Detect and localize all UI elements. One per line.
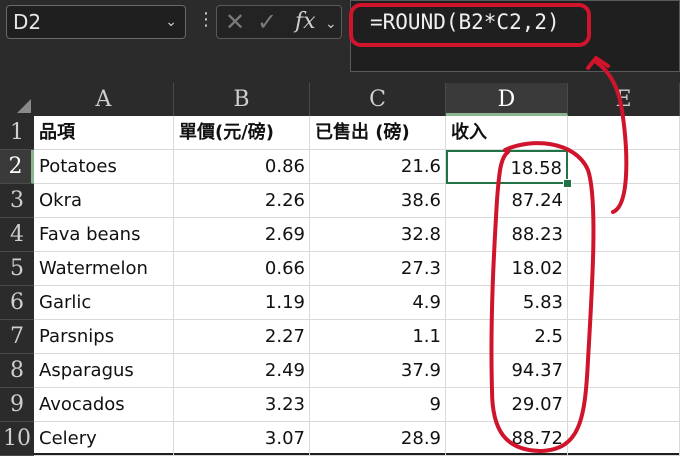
- table-cell[interactable]: 28.9: [310, 422, 446, 456]
- cancel-icon[interactable]: ✕: [225, 8, 245, 36]
- formula-text: =ROUND(B2*C2,2): [370, 10, 560, 34]
- table-cell[interactable]: Garlic: [34, 286, 174, 320]
- table-cell[interactable]: 2.26: [174, 184, 310, 218]
- chevron-down-icon[interactable]: ⌄: [325, 10, 337, 38]
- enter-icon[interactable]: ✓: [257, 8, 277, 36]
- table-cell[interactable]: 2.69: [174, 218, 310, 252]
- row-header-5[interactable]: 5: [0, 252, 34, 286]
- table-cell[interactable]: 9: [310, 388, 446, 422]
- table-cell[interactable]: Parsnips: [34, 320, 174, 354]
- empty-cell[interactable]: [568, 320, 680, 354]
- empty-cell[interactable]: [568, 116, 680, 150]
- table-cell[interactable]: 94.37: [446, 354, 568, 388]
- header-cell[interactable]: 單價(元/磅): [174, 116, 310, 150]
- table-cell[interactable]: 3.23: [174, 388, 310, 422]
- table-cell[interactable]: Celery: [34, 422, 174, 456]
- empty-cell[interactable]: [568, 218, 680, 252]
- name-box[interactable]: D2 ⌄: [6, 5, 186, 39]
- empty-cell[interactable]: [568, 252, 680, 286]
- row-header-2[interactable]: 2: [0, 150, 34, 184]
- empty-cell[interactable]: [568, 354, 680, 388]
- table-cell[interactable]: Avocados: [34, 388, 174, 422]
- chevron-down-icon[interactable]: ⌄: [165, 6, 177, 38]
- name-box-value: D2: [13, 10, 42, 34]
- row-header-8[interactable]: 8: [0, 354, 34, 388]
- table-cell[interactable]: 87.24: [446, 184, 568, 218]
- row-header-7[interactable]: 7: [0, 320, 34, 354]
- table-cell[interactable]: Okra: [34, 184, 174, 218]
- table-cell[interactable]: 88.72: [446, 422, 568, 456]
- table-cell[interactable]: Watermelon: [34, 252, 174, 286]
- empty-cell[interactable]: [568, 150, 680, 184]
- table-cell[interactable]: 4.9: [310, 286, 446, 320]
- column-header-e[interactable]: E: [568, 83, 680, 116]
- column-header-d[interactable]: D: [446, 83, 568, 116]
- empty-cell[interactable]: [568, 184, 680, 218]
- table-cell[interactable]: Asparagus: [34, 354, 174, 388]
- column-header-c[interactable]: C: [310, 83, 446, 116]
- table-cell[interactable]: Fava beans: [34, 218, 174, 252]
- column-header-b[interactable]: B: [174, 83, 310, 116]
- table-cell[interactable]: 1.1: [310, 320, 446, 354]
- header-cell[interactable]: 已售出 (磅): [310, 116, 446, 150]
- table-cell[interactable]: 32.8: [310, 218, 446, 252]
- fill-handle[interactable]: [563, 179, 572, 188]
- more-options-icon[interactable]: ⋮: [197, 10, 215, 30]
- table-cell[interactable]: 2.49: [174, 354, 310, 388]
- select-all-icon: [17, 99, 31, 113]
- select-all-button[interactable]: [0, 83, 34, 116]
- header-cell[interactable]: 品項: [34, 116, 174, 150]
- empty-cell[interactable]: [568, 388, 680, 422]
- formula-buttons: ✕ ✓ fx ⌄: [216, 5, 342, 39]
- empty-cell[interactable]: [568, 422, 680, 456]
- table-cell[interactable]: 27.3: [310, 252, 446, 286]
- table-cell[interactable]: 37.9: [310, 354, 446, 388]
- table-cell[interactable]: 29.07: [446, 388, 568, 422]
- table-cell[interactable]: 1.19: [174, 286, 310, 320]
- table-cell[interactable]: 5.83: [446, 286, 568, 320]
- row-header-1[interactable]: 1: [0, 116, 34, 150]
- table-cell[interactable]: 0.66: [174, 252, 310, 286]
- row-header-3[interactable]: 3: [0, 184, 34, 218]
- table-cell[interactable]: Potatoes: [34, 150, 174, 184]
- insert-function-button[interactable]: fx: [295, 8, 316, 36]
- row-header-9[interactable]: 9: [0, 388, 34, 422]
- empty-cell[interactable]: [568, 286, 680, 320]
- table-cell[interactable]: 38.6: [310, 184, 446, 218]
- table-cell[interactable]: 18.02: [446, 252, 568, 286]
- row-header-4[interactable]: 4: [0, 218, 34, 252]
- table-cell[interactable]: 2.5: [446, 320, 568, 354]
- formula-bar-area: D2 ⌄ ⋮ ✕ ✓ fx ⌄ =ROUND(B2*C2,2): [0, 0, 680, 83]
- row-header-10[interactable]: 10: [0, 422, 34, 456]
- table-cell[interactable]: 21.6: [310, 150, 446, 184]
- table-cell[interactable]: 3.07: [174, 422, 310, 456]
- table-cell[interactable]: 2.27: [174, 320, 310, 354]
- table-cell[interactable]: 0.86: [174, 150, 310, 184]
- active-cell[interactable]: 18.58: [446, 150, 568, 184]
- spreadsheet-grid[interactable]: ABCDE 1 2 3 4 5 6 7 8 9 10 品項 單價(元/磅) 已售出 (磅) 收入 Pota…: [0, 83, 680, 456]
- table-cell[interactable]: 88.23: [446, 218, 568, 252]
- column-header-a[interactable]: A: [34, 83, 174, 116]
- row-header-6[interactable]: 6: [0, 286, 34, 320]
- header-cell[interactable]: 收入: [446, 116, 568, 150]
